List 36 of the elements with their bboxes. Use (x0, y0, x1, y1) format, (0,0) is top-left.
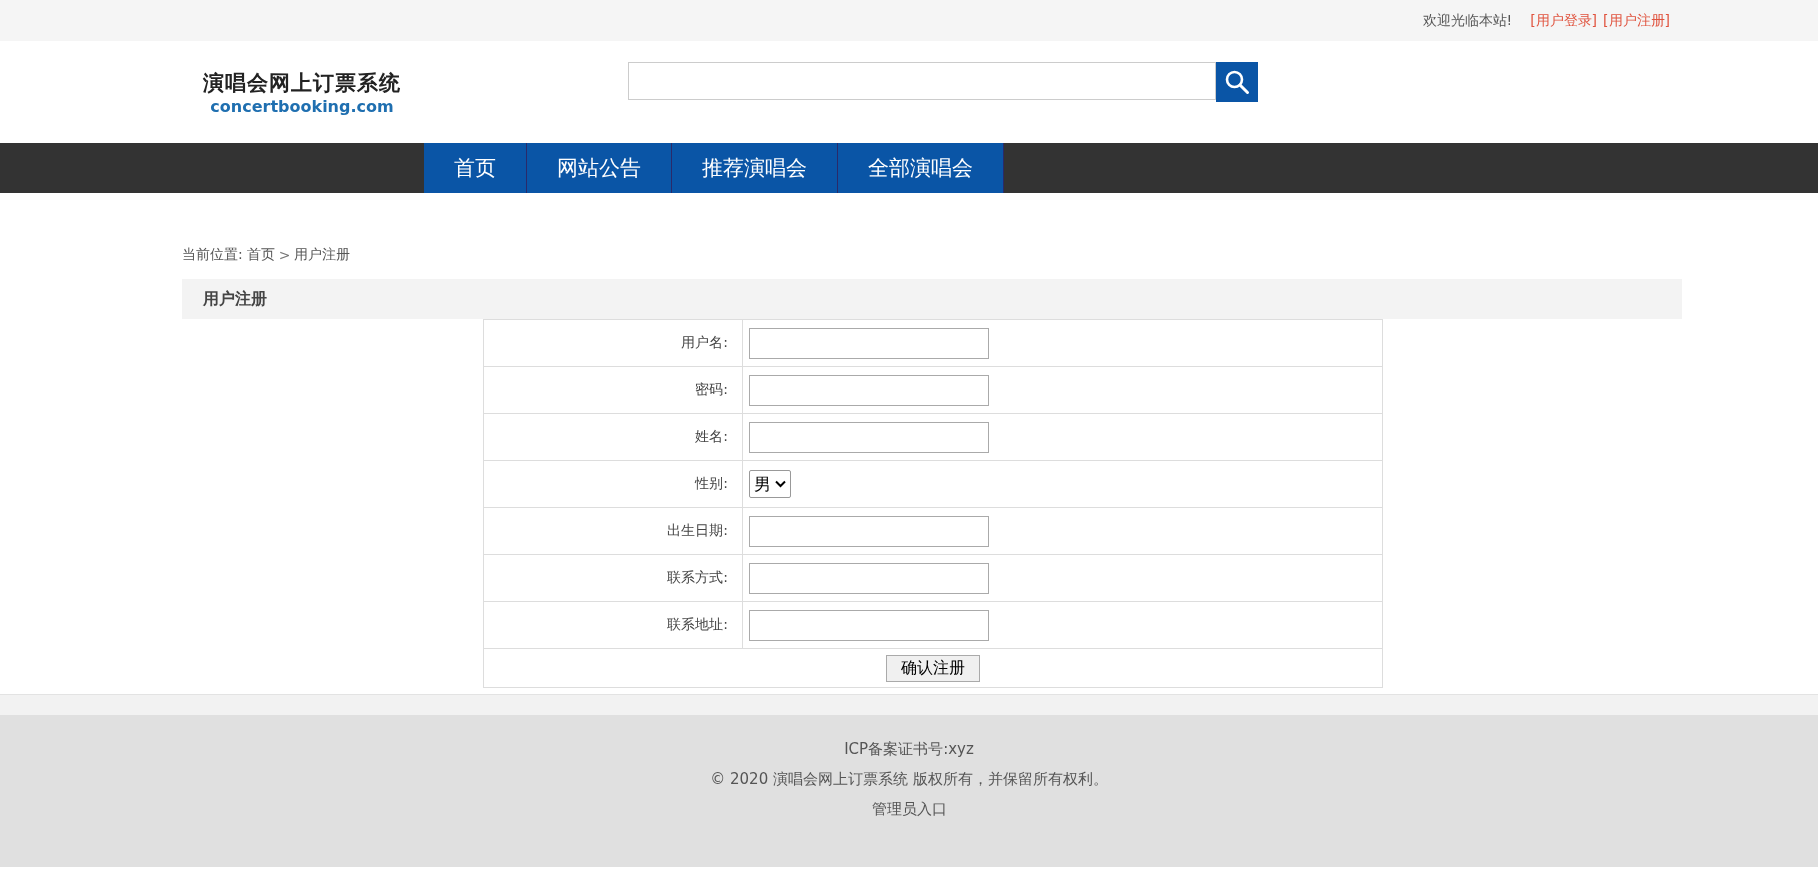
field-label: 联系方式: (667, 569, 728, 585)
search-field[interactable] (628, 62, 1216, 100)
submit-button[interactable]: 确认注册 (886, 654, 980, 682)
input-field[interactable] (749, 562, 989, 594)
welcome-text: 欢迎光临本站! (1422, 11, 1513, 30)
field-label: 性别: (695, 475, 728, 491)
caret-icon (775, 480, 786, 488)
footer-text: ICP备案证书号:xyz (844, 740, 974, 759)
breadcrumb-link[interactable]: 首页 (246, 246, 275, 264)
nav-tab[interactable]: 推荐演唱会 (672, 143, 838, 193)
admin-link[interactable]: 管理员入口 (871, 800, 947, 819)
input-field[interactable] (749, 327, 989, 359)
top-link[interactable]: [用户登录] (1530, 11, 1598, 30)
nav-tab[interactable]: 全部演唱会 (838, 143, 1004, 193)
top-link[interactable]: [用户注册] (1603, 11, 1670, 30)
input-field[interactable] (749, 609, 989, 641)
dropdown[interactable]: 男 (749, 470, 791, 498)
field-label: 联系地址: (667, 616, 728, 632)
search-button[interactable] (1216, 62, 1258, 102)
nav-tab[interactable]: 网站公告 (527, 143, 672, 193)
panel-title: 用户注册 (203, 288, 267, 310)
breadcrumb-label: 当前位置: (182, 246, 243, 264)
field-label: 用户名: (681, 334, 728, 350)
nav-tab[interactable]: 首页 (424, 143, 527, 193)
input-field[interactable] (749, 374, 989, 406)
footer-text: © 2020 演唱会网上订票系统 版权所有，并保留所有权利。 (710, 770, 1108, 789)
breadcrumb-separator: > (278, 247, 291, 263)
input-field[interactable] (749, 421, 989, 453)
breadcrumb-current: 用户注册 (294, 246, 351, 264)
field-label: 姓名: (695, 428, 728, 444)
search-icon (1224, 69, 1250, 95)
field-label: 密码: (695, 381, 728, 397)
logo-domain: concertbooking.com (210, 96, 394, 116)
logo-title: 演唱会网上订票系统 (203, 68, 401, 97)
input-field[interactable] (749, 515, 989, 547)
field-label: 出生日期: (667, 522, 728, 538)
